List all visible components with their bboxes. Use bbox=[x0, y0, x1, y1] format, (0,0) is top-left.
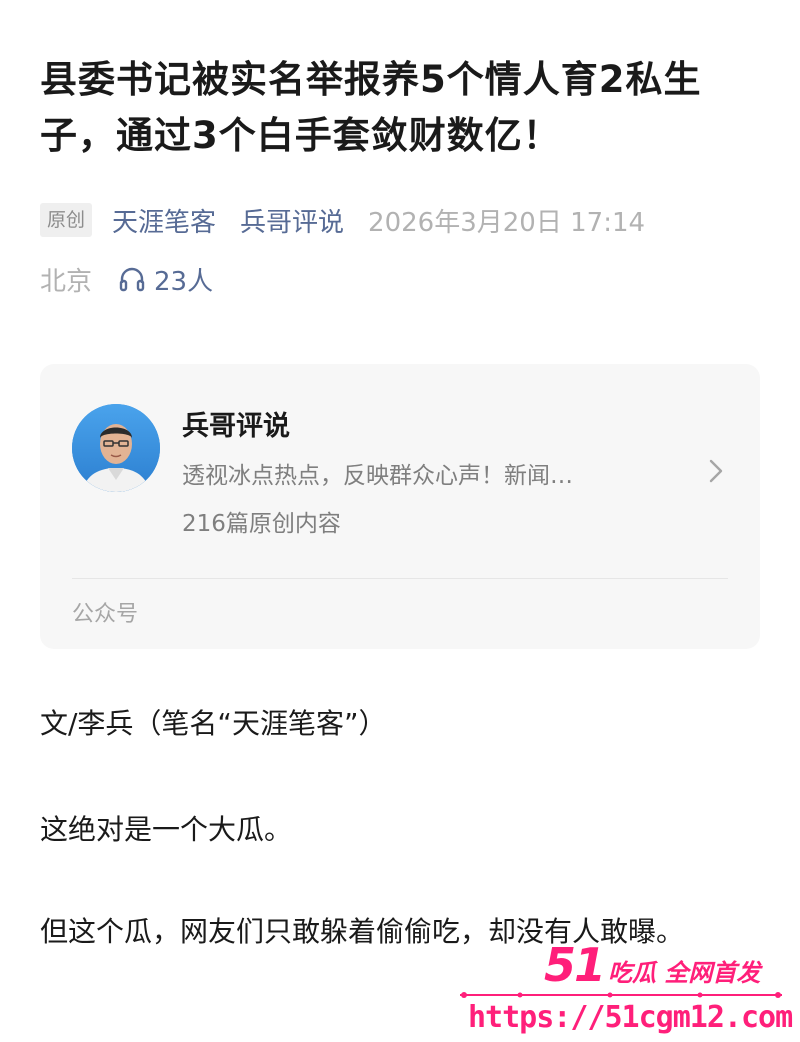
account-link[interactable]: 兵哥评说 bbox=[240, 202, 344, 239]
original-tag: 原创 bbox=[40, 203, 93, 237]
watermark-logo-text: 吃瓜 全网首发 bbox=[608, 959, 761, 987]
card-type-label: 公众号 bbox=[72, 602, 139, 627]
watermark-url: https://51cgm12.com bbox=[468, 1000, 793, 1035]
paragraph-byline: 文/李兵（笔名“天涯笔客”） bbox=[40, 707, 387, 740]
listen-button[interactable]: 23人 bbox=[118, 261, 213, 298]
article-meta-secondary: 北京 23人 bbox=[40, 258, 213, 300]
author-link[interactable]: 天涯笔客 bbox=[112, 202, 216, 239]
article-meta: 原创 天涯笔客 兵哥评说 2026年3月20日 17:14 bbox=[40, 200, 645, 240]
site-watermark: 51 吃瓜 全网首发 https://51cgm12.com bbox=[452, 938, 793, 1038]
watermark-logo: 51 吃瓜 全网首发 bbox=[544, 938, 760, 992]
account-card[interactable]: 兵哥评说 透视冰点热点，反映群众心声！新闻… 216篇原创内容 公众号 bbox=[40, 364, 760, 649]
card-article-count: 216篇原创内容 bbox=[182, 511, 341, 537]
publish-date: 2026年3月20日 17:14 bbox=[368, 207, 646, 238]
card-divider bbox=[72, 578, 728, 579]
article-page: 县委书记被实名举报养5个情人育2私生子，通过3个白手套敛财数亿！ 原创 天涯笔客… bbox=[0, 0, 800, 1042]
watermark-logo-number: 51 bbox=[544, 938, 606, 992]
avatar bbox=[72, 404, 160, 492]
paragraph-intro: 这绝对是一个大瓜。 bbox=[40, 813, 293, 846]
card-description: 透视冰点热点，反映群众心声！新闻… bbox=[182, 463, 573, 489]
headphones-icon bbox=[119, 267, 145, 292]
location-label: 北京 bbox=[40, 266, 93, 297]
chevron-right-icon[interactable] bbox=[708, 458, 724, 488]
article-title: 县委书记被实名举报养5个情人育2私生子，通过3个白手套敛财数亿！ bbox=[40, 58, 702, 157]
card-account-name: 兵哥评说 bbox=[182, 411, 290, 442]
listen-count: 23人 bbox=[154, 266, 214, 297]
